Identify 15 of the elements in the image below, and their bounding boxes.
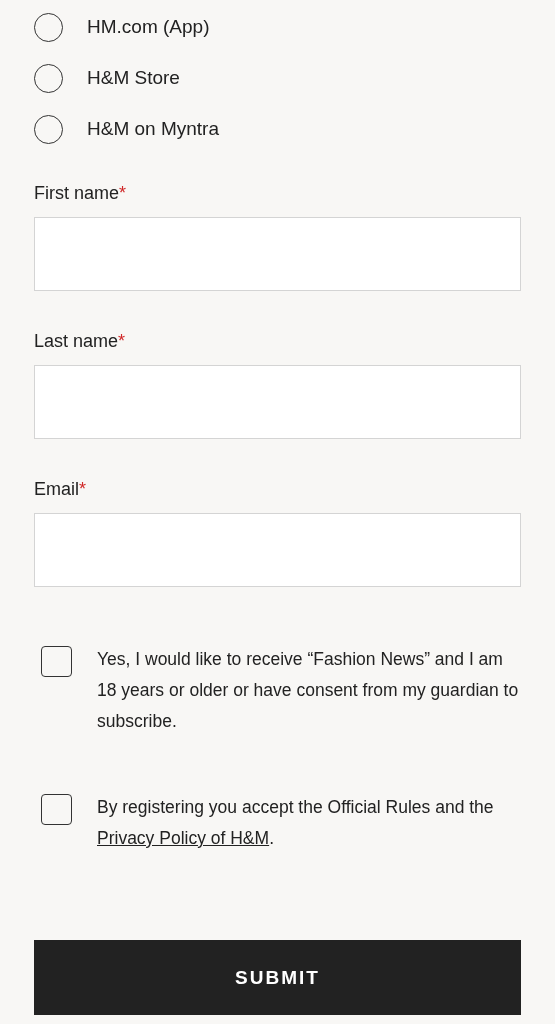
input-field[interactable]	[34, 217, 521, 291]
field-label: First name*	[34, 183, 128, 204]
radio-label[interactable]: HM.com (App)	[87, 16, 210, 38]
checkbox[interactable]	[41, 646, 72, 677]
consent-text: Yes, I would like to receive “Fashion News” and I am 18 years or older or have consent from my guardian to subscribe.	[97, 648, 520, 733]
privacy-policy-link[interactable]: Privacy Policy of H&M	[97, 828, 270, 848]
radio-label[interactable]: H&M Store	[87, 67, 180, 89]
field-label: Email*	[34, 479, 88, 500]
consent-text: By registering you accept the Official Rules and the Privacy Policy of H&M.	[97, 796, 495, 850]
field-label: Last name*	[34, 331, 127, 352]
submit-button[interactable]: SUBMIT	[34, 940, 521, 1015]
input-field[interactable]	[34, 513, 521, 587]
input-field[interactable]	[34, 365, 521, 439]
checkbox[interactable]	[41, 794, 72, 825]
radio-label[interactable]: H&M on Myntra	[87, 118, 219, 140]
